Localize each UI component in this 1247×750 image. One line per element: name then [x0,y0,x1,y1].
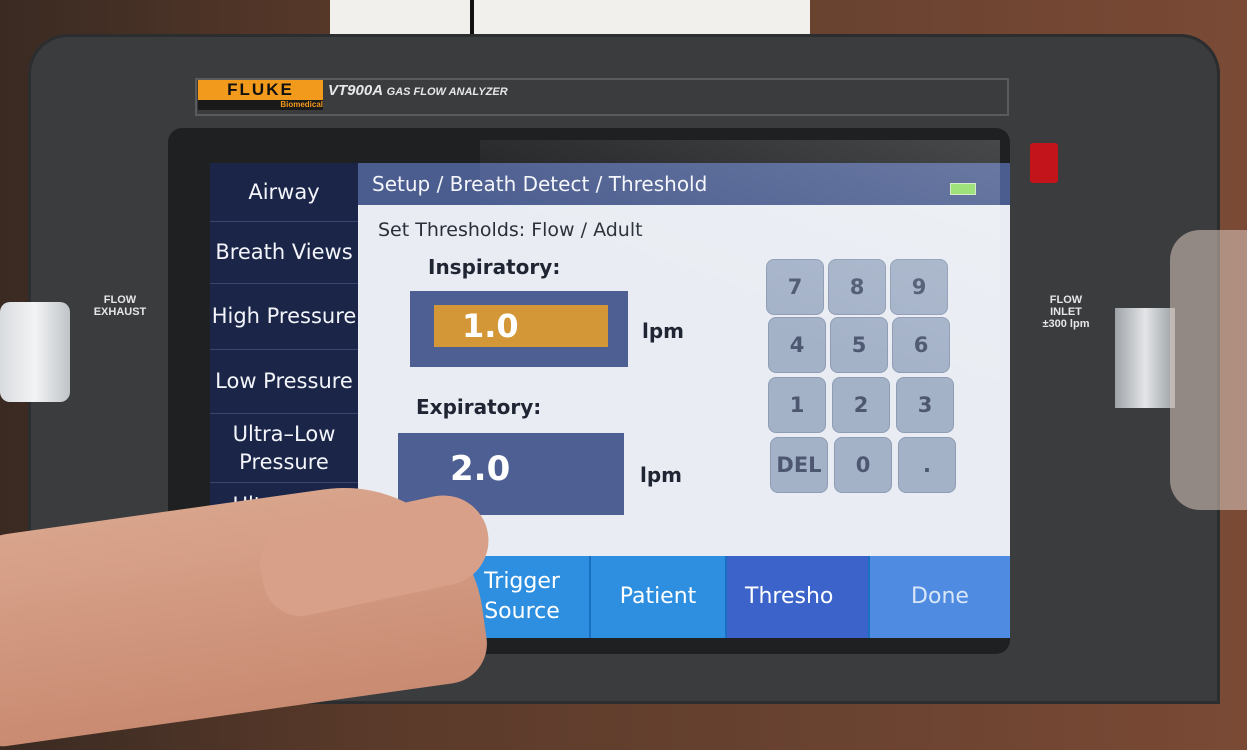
fluke-logo-subtext: Biomedical [280,100,323,109]
battery-icon [950,183,976,195]
keypad-key-5[interactable]: 5 [830,317,888,373]
fluke-logo-text: FLUKE [198,80,323,100]
model-description: GAS FLOW ANALYZER [386,86,508,98]
sidebar-item-low-pressure[interactable]: Low Pressure [210,349,358,414]
inspiratory-value: 1.0 [434,305,608,347]
device-model: VT900A GAS FLOW ANALYZER [328,82,508,99]
model-name: VT900A [328,82,383,99]
expiratory-value: 2.0 [450,449,511,489]
sidebar-item-ultra-low-pressure[interactable]: Ultra–Low Pressure [210,413,358,483]
keypad-key-6[interactable]: 6 [892,317,950,373]
tab-patient[interactable]: Patient [591,556,727,638]
sidebar-item-airway[interactable]: Airway [210,163,358,222]
expiratory-label: Expiratory: [416,395,542,419]
keypad-key-1[interactable]: 1 [768,377,826,433]
flow-inlet-line2: INLET [1050,306,1082,318]
flow-inlet-label: FLOW INLET ±300 lpm [1030,294,1102,330]
expiratory-unit: lpm [640,463,683,487]
flow-inlet-line3: ±300 lpm [1042,318,1090,330]
keypad-key-4[interactable]: 4 [768,317,826,373]
keypad-key-del[interactable]: DEL [770,437,828,493]
background-paper [330,0,810,38]
flow-exhaust-label: FLOW EXHAUST [93,294,147,318]
flow-inlet-line1: FLOW [1049,294,1083,306]
sidebar-item-high-pressure[interactable]: High Pressure [210,283,358,350]
inspiratory-field[interactable]: 1.0 [410,291,628,367]
keypad-key-9[interactable]: 9 [890,259,948,315]
inspiratory-label: Inspiratory: [428,255,561,279]
background-cable [470,0,474,36]
exhaust-tube [0,302,70,402]
power-button[interactable] [1030,143,1058,183]
inspiratory-unit: lpm [642,319,685,343]
keypad-key-0[interactable]: 0 [834,437,892,493]
breadcrumb: Setup / Breath Detect / Threshold [358,163,1010,205]
tab-trigger-source-label: Trigger Source [484,569,560,624]
done-button[interactable]: Done [870,556,1010,638]
page-subtitle: Set Thresholds: Flow / Adult [378,219,643,241]
keypad-key-7[interactable]: 7 [766,259,824,315]
keypad-key-decimal[interactable]: . [898,437,956,493]
sidebar-item-breath-views[interactable]: Breath Views [210,221,358,284]
keypad-key-3[interactable]: 3 [896,377,954,433]
inlet-tube [1115,308,1175,408]
keypad-key-8[interactable]: 8 [828,259,886,315]
keypad-key-2[interactable]: 2 [832,377,890,433]
tab-threshold[interactable]: Thresho [727,556,870,638]
breathing-mask [1170,230,1247,510]
